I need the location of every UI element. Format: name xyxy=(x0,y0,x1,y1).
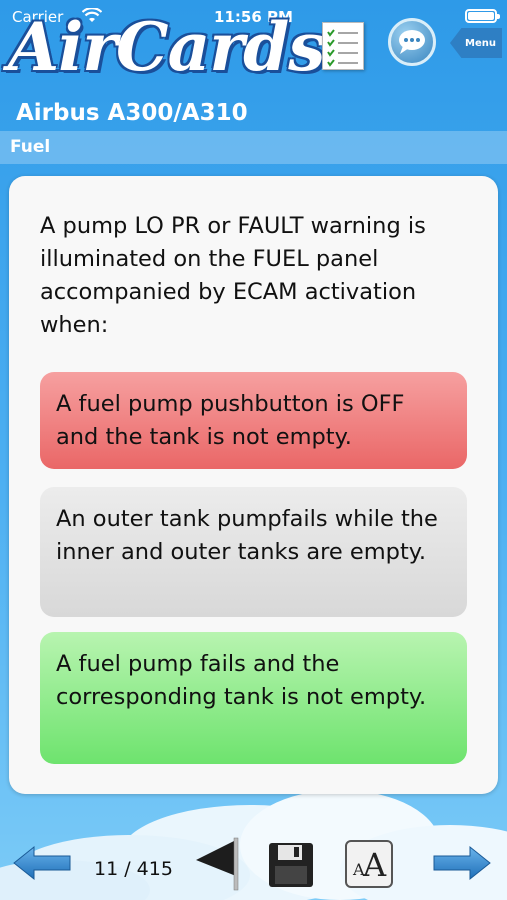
battery-icon xyxy=(465,9,500,23)
bottom-toolbar: 11 / 415 A A xyxy=(0,810,507,900)
font-size-icon[interactable]: A A xyxy=(345,840,393,888)
answer-option-3[interactable]: A fuel pump fails and the corresponding … xyxy=(40,632,467,764)
chat-icon[interactable] xyxy=(388,18,436,66)
answer-option-1[interactable]: A fuel pump pushbutton is OFF and the ta… xyxy=(40,372,467,469)
answer-option-2[interactable]: An outer tank pumpfails while the inner … xyxy=(40,487,467,617)
card-counter: 11 / 415 xyxy=(94,858,173,880)
aircraft-title: Airbus A300/A310 xyxy=(16,100,248,126)
arrow-right-icon[interactable] xyxy=(430,845,492,881)
arrow-left-icon[interactable] xyxy=(12,845,72,881)
app-logo: AirCards xyxy=(8,8,325,86)
checklist-icon[interactable] xyxy=(322,22,364,70)
question-text: A pump LO PR or FAULT warning is illumin… xyxy=(40,213,426,338)
section-title: Fuel xyxy=(10,137,51,157)
flag-icon[interactable] xyxy=(192,836,242,892)
question-card: A pump LO PR or FAULT warning is illumin… xyxy=(9,176,498,794)
menu-label: Menu xyxy=(465,37,496,49)
save-icon[interactable] xyxy=(268,842,314,888)
section-bar: Fuel xyxy=(0,131,507,164)
